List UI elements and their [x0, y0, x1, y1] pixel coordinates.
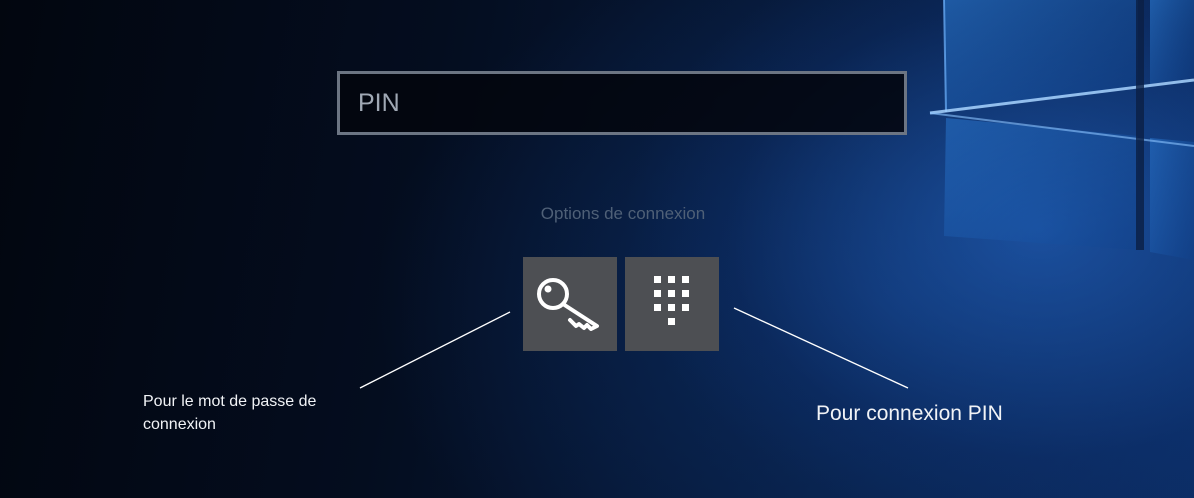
password-option-annotation: Pour le mot de passe de connexion — [143, 393, 317, 433]
pin-sign-in-option[interactable] — [625, 257, 719, 351]
sign-in-options-label: Options de connexion — [540, 204, 706, 223]
key-icon — [537, 278, 599, 331]
pin-option-annotation: Pour connexion PIN — [816, 402, 1003, 425]
keypad-icon — [654, 276, 689, 325]
password-sign-in-option[interactable] — [523, 257, 617, 351]
password-callout-line — [359, 311, 511, 389]
pin-input[interactable] — [337, 71, 907, 135]
pin-callout-line — [733, 307, 909, 389]
